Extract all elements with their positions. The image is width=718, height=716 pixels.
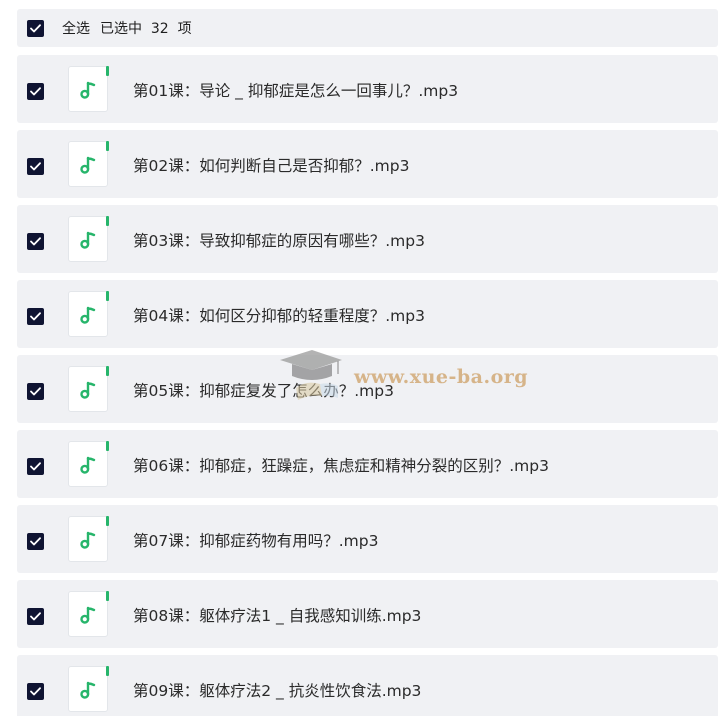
file-name: 第09课：躯体疗法2 _ 抗炎性饮食法.mp3 [133, 682, 422, 700]
music-note-icon [80, 606, 96, 624]
checkmark-icon [30, 87, 41, 96]
file-name: 第05课：抑郁症复发了怎么办？.mp3 [133, 382, 394, 400]
checkmark-icon [30, 537, 41, 546]
file-checkbox[interactable] [27, 158, 44, 175]
checkmark-icon [30, 687, 41, 696]
file-checkbox[interactable] [27, 83, 44, 100]
file-name: 第01课：导论 _ 抑郁症是怎么一回事儿？.mp3 [133, 82, 459, 100]
audio-file-thumbnail [68, 516, 109, 562]
file-checkbox[interactable] [27, 458, 44, 475]
select-all-checkbox[interactable] [27, 19, 44, 37]
music-note-icon [80, 231, 96, 249]
music-note-icon [80, 81, 96, 99]
select-all-bar: 全选 已选中 32 项 [17, 9, 718, 47]
file-row[interactable]: 第07课：抑郁症药物有用吗？.mp3 [17, 505, 718, 573]
music-note-icon [80, 681, 96, 699]
file-row[interactable]: 第09课：躯体疗法2 _ 抗炎性饮食法.mp3 [17, 655, 718, 716]
audio-file-thumbnail [68, 591, 109, 637]
file-list: 第01课：导论 _ 抑郁症是怎么一回事儿？.mp3 第02课：如何判断自己是否抑… [17, 55, 718, 716]
checkmark-icon [30, 462, 41, 471]
selected-count-text: 已选中 32 项 [100, 21, 192, 37]
music-note-icon [80, 156, 96, 174]
file-row[interactable]: 第06课：抑郁症，狂躁症，焦虑症和精神分裂的区别？.mp3 [17, 430, 718, 498]
corner-mark [106, 516, 109, 526]
file-checkbox[interactable] [27, 683, 44, 700]
file-name: 第08课：躯体疗法1 _ 自我感知训练.mp3 [133, 607, 422, 625]
corner-mark [106, 591, 109, 601]
corner-mark [106, 141, 109, 151]
corner-mark [106, 666, 109, 676]
file-checkbox[interactable] [27, 383, 44, 400]
music-note-icon [80, 531, 96, 549]
file-row[interactable]: 第04课：如何区分抑郁的轻重程度？.mp3 [17, 280, 718, 348]
file-name: 第06课：抑郁症，狂躁症，焦虑症和精神分裂的区别？.mp3 [133, 457, 549, 475]
file-row[interactable]: 第01课：导论 _ 抑郁症是怎么一回事儿？.mp3 [17, 55, 718, 123]
audio-file-thumbnail [68, 141, 109, 187]
audio-file-thumbnail [68, 66, 109, 112]
checkmark-icon [30, 312, 41, 321]
file-name: 第03课：导致抑郁症的原因有哪些？.mp3 [133, 232, 425, 250]
audio-file-thumbnail [68, 441, 109, 487]
checkmark-icon [30, 387, 41, 396]
file-checkbox[interactable] [27, 608, 44, 625]
corner-mark [106, 441, 109, 451]
music-note-icon [80, 456, 96, 474]
file-row[interactable]: 第05课：抑郁症复发了怎么办？.mp3 [17, 355, 718, 423]
file-selection-page: 全选 已选中 32 项 第01课：导论 _ 抑郁症是怎么一回事儿？.mp3 第0… [0, 0, 718, 716]
checkmark-icon [30, 612, 41, 621]
audio-file-thumbnail [68, 216, 109, 262]
audio-file-thumbnail [68, 366, 109, 412]
corner-mark [106, 366, 109, 376]
select-all-label[interactable]: 全选 [62, 18, 90, 38]
corner-mark [106, 66, 109, 76]
file-checkbox[interactable] [27, 533, 44, 550]
audio-file-thumbnail [68, 666, 109, 712]
music-note-icon [80, 381, 96, 399]
corner-mark [106, 291, 109, 301]
file-row[interactable]: 第03课：导致抑郁症的原因有哪些？.mp3 [17, 205, 718, 273]
file-name: 第02课：如何判断自己是否抑郁？.mp3 [133, 157, 410, 175]
corner-mark [106, 216, 109, 226]
file-row[interactable]: 第02课：如何判断自己是否抑郁？.mp3 [17, 130, 718, 198]
checkmark-icon [30, 237, 41, 246]
file-checkbox[interactable] [27, 233, 44, 250]
file-name: 第04课：如何区分抑郁的轻重程度？.mp3 [133, 307, 425, 325]
music-note-icon [80, 306, 96, 324]
checkmark-icon [30, 162, 41, 171]
checkmark-icon [30, 23, 41, 32]
file-name: 第07课：抑郁症药物有用吗？.mp3 [133, 532, 379, 550]
file-row[interactable]: 第08课：躯体疗法1 _ 自我感知训练.mp3 [17, 580, 718, 648]
audio-file-thumbnail [68, 291, 109, 337]
file-checkbox[interactable] [27, 308, 44, 325]
